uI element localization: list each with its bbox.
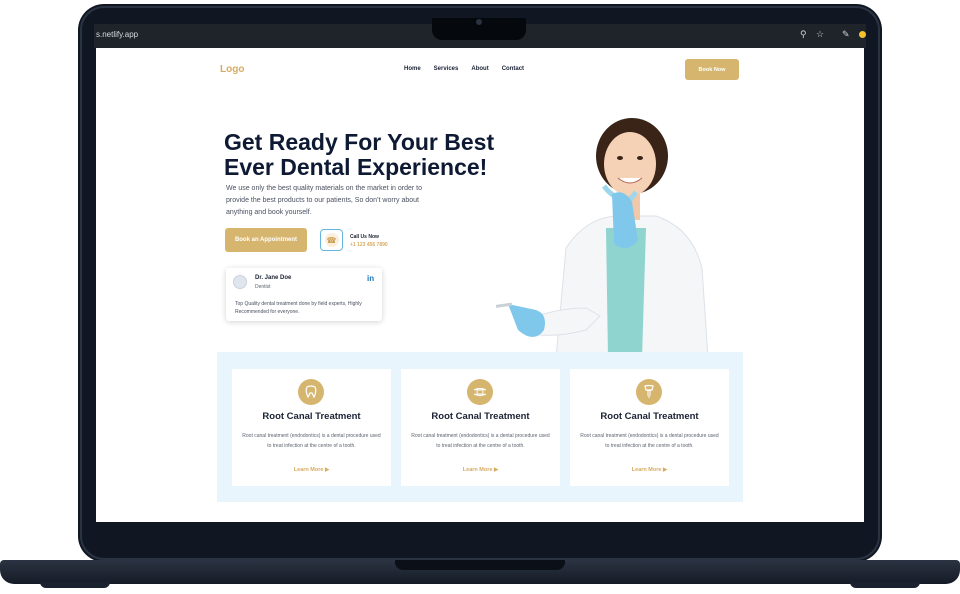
main-nav: Home Services About Contact <box>404 66 524 72</box>
nav-contact[interactable]: Contact <box>502 66 524 72</box>
zoom-icon[interactable]: ⚲ <box>800 28 807 40</box>
learn-more-link[interactable]: Learn More ▶ <box>570 467 729 473</box>
learn-more-label: Learn More <box>462 467 493 473</box>
learn-more-label: Learn More <box>631 467 662 473</box>
address-bar-url[interactable]: s.netlify.app <box>96 30 138 39</box>
book-now-button[interactable]: Book Now <box>685 59 739 80</box>
camera-icon <box>476 19 482 25</box>
tooth-icon <box>298 379 324 405</box>
service-title: Root Canal Treatment <box>262 411 361 422</box>
reviewer-name: Dr. Jane Doe <box>255 275 292 281</box>
pen-icon[interactable]: ✎ <box>842 28 850 40</box>
service-description: Root canal treatment (endodontics) is a … <box>580 433 719 449</box>
linkedin-icon[interactable]: in <box>367 274 374 283</box>
service-card: Root Canal Treatment Root canal treatmen… <box>570 369 729 486</box>
nav-services[interactable]: Services <box>434 66 459 72</box>
laptop-groove <box>395 560 565 570</box>
arrow-right-icon: ▶ <box>324 467 330 473</box>
service-title: Root Canal Treatment <box>431 411 530 422</box>
service-card: Root Canal Treatment Root canal treatmen… <box>232 369 391 486</box>
reviewer-role: Dentist <box>255 284 271 290</box>
book-appointment-button[interactable]: Book an Appointment <box>225 228 307 252</box>
services-section: Root Canal Treatment Root canal treatmen… <box>217 352 743 502</box>
extension-icon[interactable] <box>859 31 866 38</box>
service-description: Root canal treatment (endodontics) is a … <box>242 433 381 449</box>
service-description: Root canal treatment (endodontics) is a … <box>411 433 550 449</box>
learn-more-link[interactable]: Learn More ▶ <box>232 467 391 473</box>
review-text: Top Quality dental treatment done by fie… <box>235 301 362 315</box>
avatar <box>233 275 247 289</box>
learn-more-link[interactable]: Learn More ▶ <box>401 467 560 473</box>
call-button[interactable]: ☎ <box>320 229 343 251</box>
arrow-right-icon: ▶ <box>493 467 499 473</box>
service-title: Root Canal Treatment <box>600 411 699 422</box>
arrow-right-icon: ▶ <box>662 467 668 473</box>
learn-more-label: Learn More <box>293 467 324 473</box>
site-logo[interactable]: Logo <box>220 64 244 75</box>
braces-icon <box>467 379 493 405</box>
call-number[interactable]: +1 123 456 7890 <box>350 242 388 248</box>
nav-home[interactable]: Home <box>404 66 421 72</box>
call-label: Call Us Now <box>350 234 379 240</box>
review-card: Dr. Jane Doe Dentist in Top Quality dent… <box>226 268 382 321</box>
dentist-image <box>496 118 709 358</box>
phone-icon: ☎ <box>324 233 339 247</box>
hero-description: We use only the best quality materials o… <box>226 185 422 216</box>
star-icon[interactable]: ☆ <box>816 28 824 40</box>
laptop-foot <box>40 582 110 588</box>
website-viewport: Logo Home Services About Contact Book No… <box>96 48 864 522</box>
nav-about[interactable]: About <box>471 66 488 72</box>
laptop-foot <box>850 582 920 588</box>
service-card: Root Canal Treatment Root canal treatmen… <box>401 369 560 486</box>
implant-icon <box>636 379 662 405</box>
